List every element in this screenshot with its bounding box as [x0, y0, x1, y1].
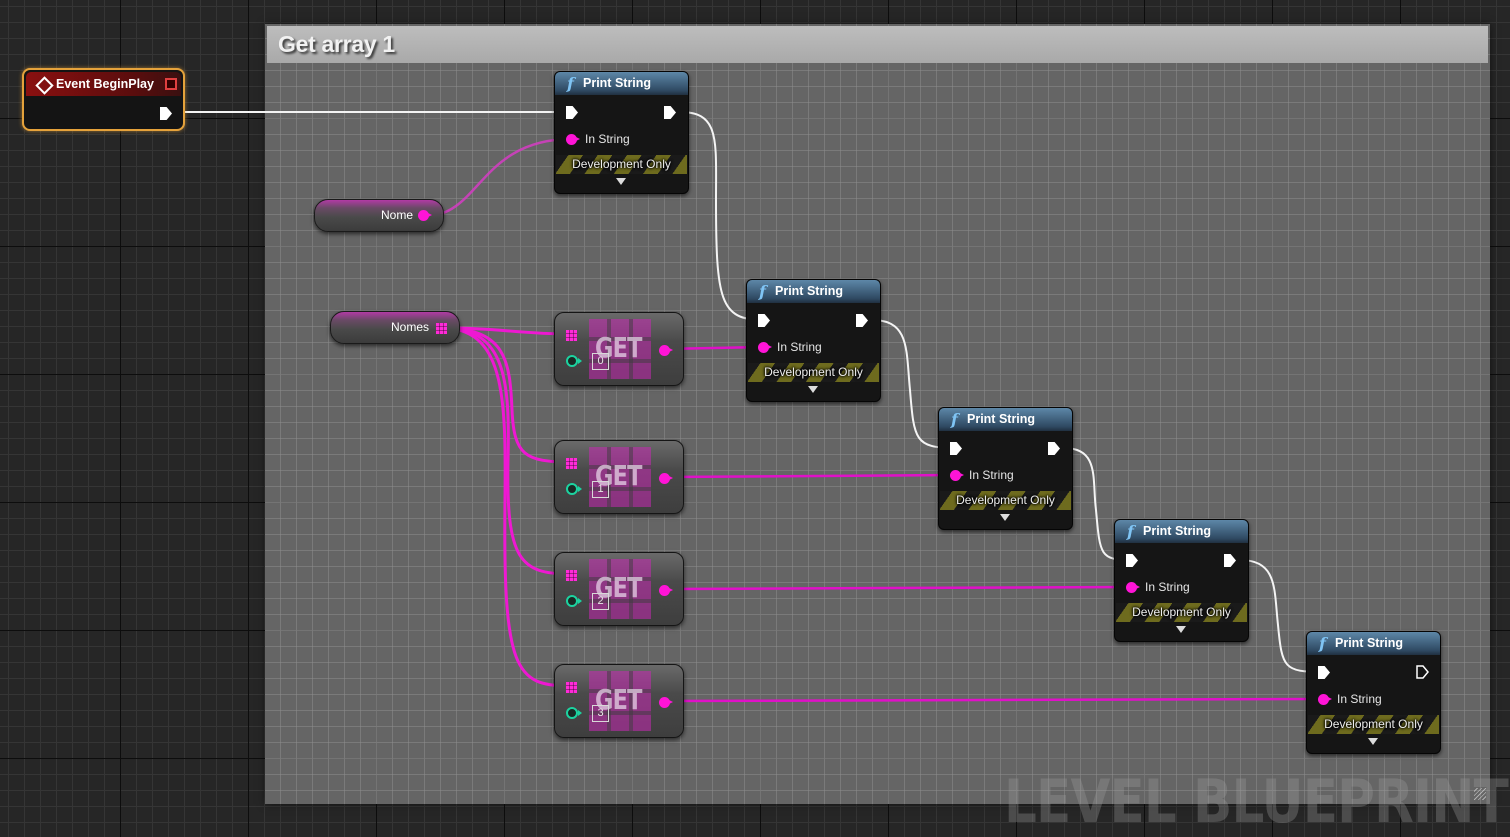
in-string-label: In String — [969, 468, 1014, 482]
exec-in-pin[interactable] — [950, 442, 962, 455]
in-string-label: In String — [1145, 580, 1190, 594]
in-string-label: In String — [585, 132, 630, 146]
print-string-node[interactable]: f Print String In String Development Onl… — [1306, 631, 1441, 754]
function-icon: f — [567, 74, 574, 93]
in-string-label: In String — [1337, 692, 1382, 706]
level-blueprint-watermark: LEVEL BLUEPRINT — [1004, 767, 1509, 837]
exec-in-pin[interactable] — [566, 106, 578, 119]
variable-get-nome[interactable]: Nome — [314, 199, 444, 232]
print-string-node[interactable]: f Print String In String Development Onl… — [746, 279, 881, 402]
print-string-header: f Print String — [555, 72, 688, 95]
exec-out-pin-unconnected[interactable] — [1416, 665, 1429, 679]
index-input-pin[interactable] — [566, 707, 582, 719]
exec-in-pin[interactable] — [1126, 554, 1138, 567]
event-diamond-icon — [35, 76, 54, 95]
event-beginplay-node[interactable]: Event BeginPlay — [22, 68, 185, 131]
print-string-title: Print String — [775, 284, 844, 298]
event-node-header: Event BeginPlay — [26, 72, 181, 96]
index-input-pin[interactable] — [566, 355, 582, 367]
in-string-pin[interactable] — [1126, 582, 1140, 593]
print-string-title: Print String — [1335, 636, 1404, 650]
in-string-pin[interactable] — [950, 470, 964, 481]
exec-out-pin[interactable] — [664, 106, 676, 119]
exec-in-pin[interactable] — [758, 314, 770, 327]
exec-out-pin[interactable] — [856, 314, 868, 327]
index-field[interactable]: 0 — [592, 353, 609, 370]
print-string-node[interactable]: f Print String In String Development Onl… — [554, 71, 689, 194]
variable-get-nomes[interactable]: Nomes — [330, 311, 460, 344]
print-string-header: f Print String — [939, 408, 1072, 431]
array-input-pin-icon[interactable] — [566, 330, 577, 341]
in-string-pin[interactable] — [758, 342, 772, 353]
string-output-pin[interactable] — [418, 210, 432, 221]
array-output-pin-icon[interactable] — [436, 323, 447, 334]
advanced-options-arrow-icon[interactable] — [616, 178, 626, 185]
index-input-pin[interactable] — [566, 595, 582, 607]
development-only-band: Development Only — [1116, 603, 1247, 622]
index-field[interactable]: 3 — [592, 705, 609, 722]
string-output-pin[interactable] — [659, 473, 673, 484]
advanced-options-arrow-icon[interactable] — [1368, 738, 1378, 745]
exec-out-pin[interactable] — [1224, 554, 1236, 567]
delegate-pin-icon[interactable] — [165, 78, 177, 90]
print-string-node[interactable]: f Print String In String Development Onl… — [938, 407, 1073, 530]
print-string-header: f Print String — [1115, 520, 1248, 543]
array-get-node[interactable]: GET 3 — [554, 664, 684, 738]
advanced-options-arrow-icon[interactable] — [1000, 514, 1010, 521]
variable-name: Nomes — [390, 320, 429, 334]
exec-out-pin[interactable] — [1048, 442, 1060, 455]
array-get-node[interactable]: GET 0 — [554, 312, 684, 386]
print-string-node[interactable]: f Print String In String Development Onl… — [1114, 519, 1249, 642]
array-get-node[interactable]: GET 1 — [554, 440, 684, 514]
variable-name: Nome — [380, 208, 413, 222]
function-icon: f — [951, 410, 958, 429]
string-output-pin[interactable] — [659, 697, 673, 708]
advanced-options-arrow-icon[interactable] — [808, 386, 818, 393]
print-string-header: f Print String — [747, 280, 880, 303]
development-only-band: Development Only — [1308, 715, 1439, 734]
string-output-pin[interactable] — [659, 585, 673, 596]
print-string-title: Print String — [1143, 524, 1212, 538]
comment-title[interactable]: Get array 1 — [267, 26, 1488, 63]
array-input-pin-icon[interactable] — [566, 682, 577, 693]
function-icon: f — [1127, 522, 1134, 541]
function-icon: f — [1319, 634, 1326, 653]
development-only-band: Development Only — [940, 491, 1071, 510]
array-input-pin-icon[interactable] — [566, 458, 577, 469]
array-input-pin-icon[interactable] — [566, 570, 577, 581]
string-output-pin[interactable] — [659, 345, 673, 356]
exec-out-pin[interactable] — [160, 107, 172, 120]
in-string-pin[interactable] — [566, 134, 580, 145]
print-string-header: f Print String — [1307, 632, 1440, 655]
exec-in-pin[interactable] — [1318, 666, 1330, 679]
array-get-node[interactable]: GET 2 — [554, 552, 684, 626]
development-only-band: Development Only — [748, 363, 879, 382]
index-field[interactable]: 2 — [592, 593, 609, 610]
in-string-label: In String — [777, 340, 822, 354]
event-node-title: Event BeginPlay — [56, 77, 154, 91]
index-field[interactable]: 1 — [592, 481, 609, 498]
print-string-title: Print String — [583, 76, 652, 90]
in-string-pin[interactable] — [1318, 694, 1332, 705]
advanced-options-arrow-icon[interactable] — [1176, 626, 1186, 633]
index-input-pin[interactable] — [566, 483, 582, 495]
function-icon: f — [759, 282, 766, 301]
development-only-band: Development Only — [556, 155, 687, 174]
print-string-title: Print String — [967, 412, 1036, 426]
